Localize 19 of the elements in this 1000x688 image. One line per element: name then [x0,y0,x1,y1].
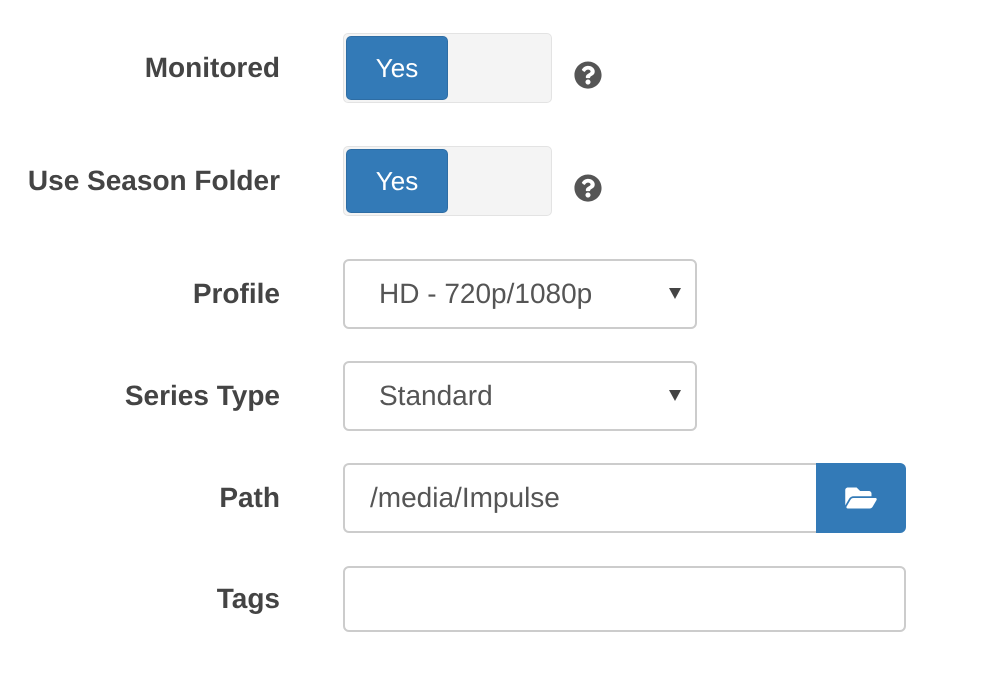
field-label: Series Type [124,379,280,413]
caret-icon [669,287,681,299]
field-label: Profile [192,277,280,311]
field-label: Use Season Folder [28,164,280,198]
dropdown[interactable]: HD - 720p/1080p [343,259,697,329]
field-label: Monitored [144,51,280,85]
dropdown[interactable]: Standard [343,361,697,431]
toggle-switch[interactable]: Yes [343,33,552,103]
toggle-thumb: Yes [346,149,448,213]
field-label: Tags [216,582,280,616]
toggle-switch[interactable]: Yes [343,146,552,216]
path-field[interactable]: /media/Impulse [343,463,816,533]
help-icon[interactable] [574,174,602,202]
help-icon[interactable] [574,61,602,89]
toggle-thumb: Yes [346,36,448,100]
field-label: Path [219,481,280,515]
caret-icon [669,389,681,401]
tags-field[interactable] [343,566,906,632]
browse-folder-button[interactable] [816,463,906,533]
